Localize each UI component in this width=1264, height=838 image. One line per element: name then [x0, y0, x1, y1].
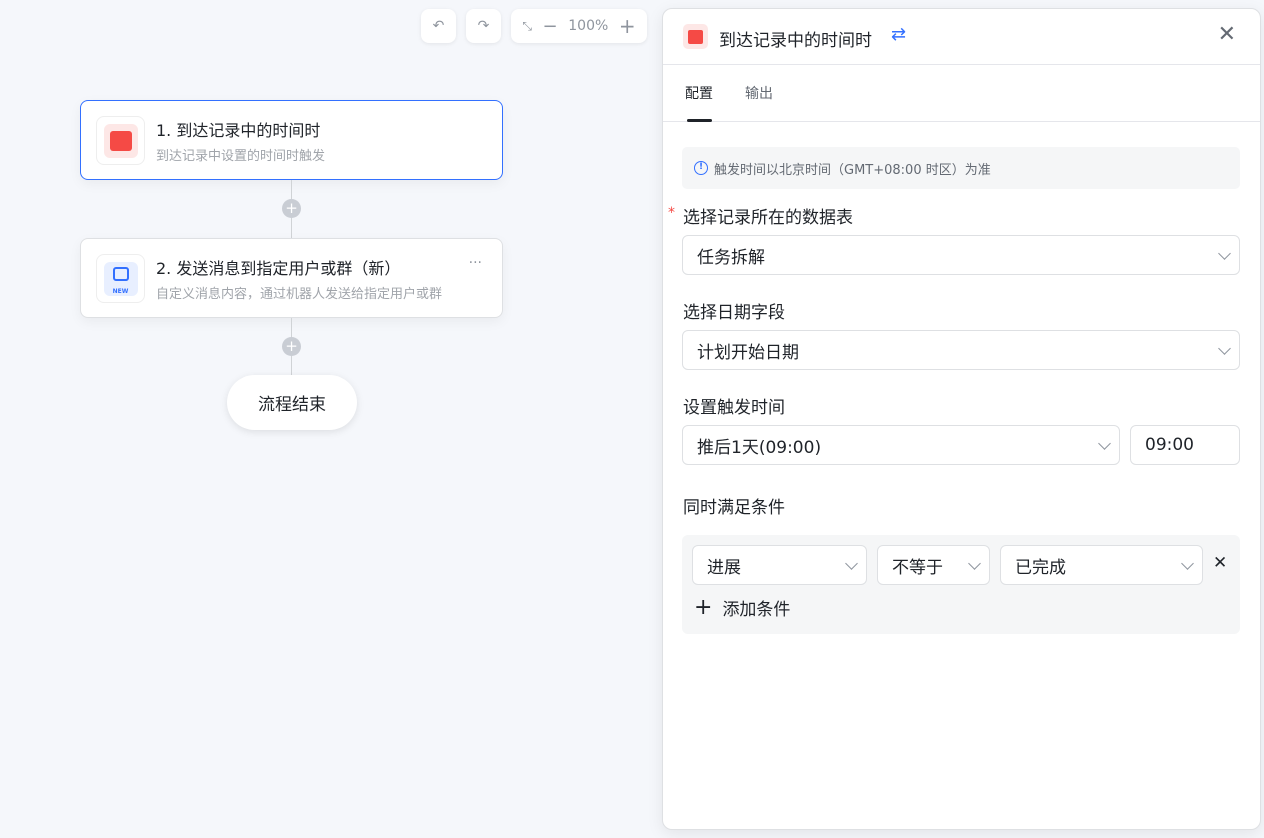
node-desc: 到达记录中设置的时间时触发: [156, 149, 326, 164]
zoom-controls: ⤡ − 100% +: [511, 9, 647, 43]
zoom-out-button[interactable]: −: [543, 16, 558, 37]
time-value: 09:00: [1145, 435, 1194, 455]
offset-value: 推后1天(09:00): [697, 437, 822, 458]
conditions-label: 同时满足条件: [683, 498, 785, 518]
condition-value-select[interactable]: 已完成: [1000, 545, 1203, 585]
trigger-time-label: 设置触发时间: [683, 398, 785, 418]
fit-view-icon[interactable]: ⤡: [522, 19, 532, 34]
undo-icon: ↶: [432, 18, 445, 34]
plus-icon: +: [694, 595, 713, 620]
date-value: 计划开始日期: [697, 342, 799, 363]
chevron-down-icon: [1098, 437, 1111, 450]
condition-operator: 不等于: [892, 557, 943, 578]
info-icon: !: [694, 161, 708, 175]
chevron-down-icon: [1218, 247, 1231, 260]
flow-end: 流程结束: [227, 375, 357, 430]
condition-value: 已完成: [1015, 557, 1066, 578]
redo-icon: ↷: [477, 18, 490, 34]
calendar-icon: [96, 116, 145, 165]
node-send-message[interactable]: NEW 2. 发送消息到指定用户或群（新） 自定义消息内容，通过机器人发送给指定…: [80, 238, 503, 318]
add-condition-label: 添加条件: [722, 600, 791, 620]
panel-title: 到达记录中的时间时: [719, 31, 872, 51]
node-desc: 自定义消息内容，通过机器人发送给指定用户或群: [156, 287, 443, 302]
chevron-down-icon: [1181, 557, 1194, 570]
switch-trigger-icon[interactable]: ⇄: [891, 24, 906, 45]
chevron-down-icon: [845, 557, 858, 570]
notice-text: 触发时间以北京时间（GMT+08:00 时区）为准: [714, 162, 991, 178]
more-icon[interactable]: ···: [469, 255, 482, 271]
conditions-box: 进展 不等于 已完成 ✕ + 添加条件: [682, 535, 1240, 634]
required-mark: *: [668, 205, 675, 221]
condition-operator-select[interactable]: 不等于: [877, 545, 990, 585]
new-badge: NEW: [112, 287, 129, 295]
active-tab-indicator: [687, 119, 712, 122]
add-node-button[interactable]: +: [282, 337, 301, 356]
message-icon: NEW: [96, 254, 145, 303]
date-field-select[interactable]: 计划开始日期: [682, 330, 1240, 370]
close-icon[interactable]: ✕: [1218, 22, 1236, 47]
node-title: 2. 发送消息到指定用户或群（新）: [156, 259, 401, 278]
offset-select[interactable]: 推后1天(09:00): [682, 425, 1120, 465]
chevron-down-icon: [1218, 342, 1231, 355]
config-panel: 到达记录中的时间时 ⇄ ✕ 配置 输出 ! 触发时间以北京时间（GMT+08:0…: [662, 8, 1261, 830]
calendar-icon: [683, 24, 708, 49]
condition-field: 进展: [707, 557, 741, 578]
table-value: 任务拆解: [697, 247, 765, 268]
date-field-label: 选择日期字段: [683, 303, 785, 323]
tab-config[interactable]: 配置: [685, 83, 713, 103]
tab-output[interactable]: 输出: [745, 83, 773, 103]
add-condition-button[interactable]: + 添加条件: [694, 595, 790, 620]
timezone-notice: ! 触发时间以北京时间（GMT+08:00 时区）为准: [682, 147, 1240, 189]
condition-field-select[interactable]: 进展: [692, 545, 867, 585]
node-trigger[interactable]: 1. 到达记录中的时间时 到达记录中设置的时间时触发: [80, 100, 503, 180]
add-node-button[interactable]: +: [282, 199, 301, 218]
zoom-in-button[interactable]: +: [619, 14, 636, 38]
table-select[interactable]: 任务拆解: [682, 235, 1240, 275]
time-input[interactable]: 09:00: [1130, 425, 1240, 465]
zoom-level: 100%: [568, 18, 609, 34]
chevron-down-icon: [968, 557, 981, 570]
table-label: 选择记录所在的数据表: [683, 208, 853, 228]
remove-condition-icon[interactable]: ✕: [1213, 553, 1227, 573]
redo-button[interactable]: ↷: [466, 9, 501, 43]
undo-button[interactable]: ↶: [421, 9, 456, 43]
node-title: 1. 到达记录中的时间时: [156, 121, 321, 140]
